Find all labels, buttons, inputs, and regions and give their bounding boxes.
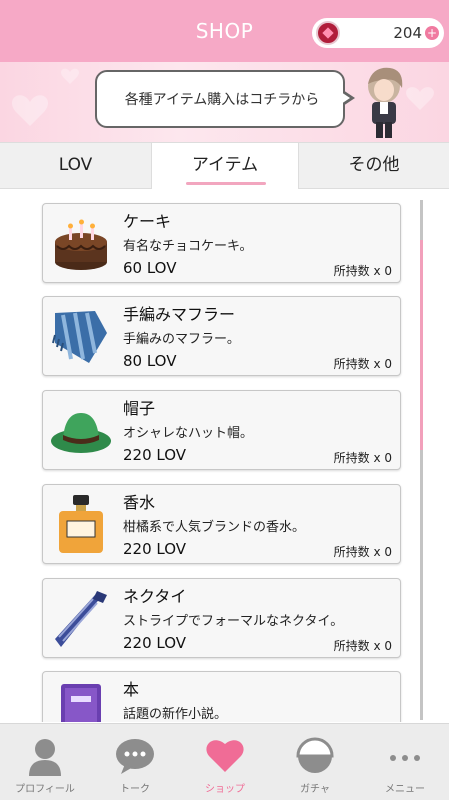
list-item[interactable]: 本 話題の新作小説。: [42, 671, 401, 722]
item-owned-count: 所持数 x 0: [333, 451, 392, 465]
item-owned-count: 所持数 x 0: [333, 639, 392, 653]
list-item[interactable]: 帽子 オシャレなハット帽。 220 LOV 所持数 x 0: [42, 390, 401, 470]
item-price: 80 LOV: [123, 352, 177, 370]
tab-other[interactable]: その他: [299, 143, 449, 189]
necktie-icon: [55, 591, 107, 647]
list-item[interactable]: ネクタイ ストライプでフォーマルなネクタイ。 220 LOV 所持数 x 0: [42, 578, 401, 658]
nav-label: ガチャ: [300, 784, 330, 795]
item-price: 220 LOV: [123, 540, 187, 558]
list-item[interactable]: 香水 柑橘系で人気ブランドの香水。 220 LOV 所持数 x 0: [42, 484, 401, 564]
nav-profile[interactable]: プロフィール: [0, 724, 90, 800]
item-description: 手編みのマフラー。: [123, 332, 240, 347]
add-currency-button[interactable]: +: [425, 26, 439, 40]
tab-item[interactable]: アイテム: [151, 143, 299, 189]
nav-label: プロフィール: [15, 784, 75, 795]
list-item[interactable]: ケーキ 有名なチョコケーキ。 60 LOV 所持数 x 0: [42, 203, 401, 283]
cake-icon: [55, 219, 107, 270]
item-name: 手編みマフラー: [123, 305, 236, 324]
nav-shop[interactable]: ショップ: [180, 724, 270, 800]
item-description: 柑橘系で人気ブランドの香水。: [123, 520, 306, 535]
nav-talk[interactable]: トーク: [90, 724, 180, 800]
item-owned-count: 所持数 x 0: [333, 545, 392, 559]
banner-message: 各種アイテム購入はコチラから: [124, 92, 320, 108]
gem-icon: [316, 21, 340, 45]
scrollbar-thumb[interactable]: [420, 240, 423, 450]
item-description: オシャレなハット帽。: [123, 426, 254, 441]
item-price: 60 LOV: [123, 259, 177, 277]
character-avatar: [368, 67, 403, 138]
item-list: ケーキ 有名なチョコケーキ。 60 LOV 所持数 x 0 手編みマフラー 手編…: [0, 190, 449, 722]
header-bar: SHOP 204 +: [0, 0, 449, 62]
currency-display[interactable]: 204 +: [312, 18, 444, 48]
profile-icon: [29, 739, 61, 776]
item-price: 220 LOV: [123, 446, 187, 464]
hat-icon: [51, 413, 111, 453]
heart-icon: [206, 740, 244, 772]
item-name: 香水: [123, 493, 156, 512]
list-item[interactable]: 手編みマフラー 手編みのマフラー。 80 LOV 所持数 x 0: [42, 296, 401, 376]
chat-bubble-icon: [116, 739, 154, 774]
nav-label: ショップ: [205, 784, 245, 795]
bottom-nav: プロフィール トーク ショップ ガチャ メニュー: [0, 723, 449, 800]
gacha-icon: [296, 737, 334, 773]
item-name: ケーキ: [123, 212, 172, 231]
item-name: ネクタイ: [123, 587, 187, 606]
item-owned-count: 所持数 x 0: [333, 264, 392, 278]
more-dots-icon: [390, 755, 420, 761]
item-owned-count: 所持数 x 0: [333, 357, 392, 371]
item-name: 帽子: [123, 399, 156, 418]
nav-label: トーク: [120, 784, 150, 795]
nav-menu[interactable]: メニュー: [360, 724, 449, 800]
scarf-icon: [52, 311, 107, 363]
bubble-tail-inner: [341, 92, 350, 104]
nav-label: メニュー: [385, 784, 425, 795]
item-price: 220 LOV: [123, 634, 187, 652]
nav-gacha[interactable]: ガチャ: [270, 724, 360, 800]
book-icon: [61, 684, 101, 722]
item-description: 有名なチョコケーキ。: [123, 239, 253, 254]
speech-bubble: 各種アイテム購入はコチラから: [95, 70, 345, 128]
perfume-icon: [59, 495, 103, 553]
tab-lov[interactable]: LOV: [0, 143, 151, 189]
item-description: 話題の新作小説。: [123, 707, 228, 722]
currency-value: 204: [393, 24, 422, 42]
item-name: 本: [123, 680, 140, 699]
item-description: ストライプでフォーマルなネクタイ。: [123, 614, 344, 629]
tab-bar: LOV アイテム その他: [0, 142, 449, 189]
